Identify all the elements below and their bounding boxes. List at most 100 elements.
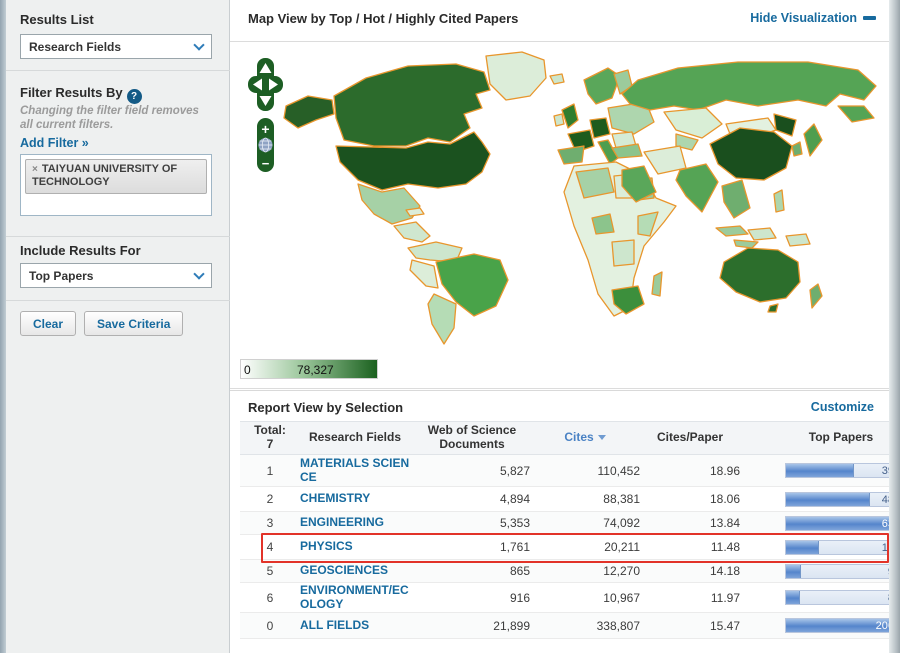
row-rank: 4: [266, 540, 274, 554]
sidebar-divider: [0, 236, 230, 237]
report-header: Report View by Selection Customize: [230, 390, 900, 421]
table-row[interactable]: 6 ENVIRONMENT/ECOLOGY 916 10,967 11.97 8: [240, 583, 900, 613]
map-region[interactable]: [553, 113, 565, 127]
col-top-papers: Top Papers: [808, 430, 874, 445]
zoom-out-button[interactable]: −: [262, 156, 270, 171]
col-wos-documents: Web of Science Documents: [427, 423, 517, 451]
docs-value: 916: [509, 590, 530, 605]
map-region[interactable]: [333, 63, 491, 147]
map-region[interactable]: [409, 259, 439, 289]
top-papers-bar: 63: [785, 515, 897, 531]
docs-value: 1,761: [499, 540, 530, 554]
table-row[interactable]: 1 MATERIALS SCIENCE 5,827 110,452 18.96 …: [240, 455, 900, 487]
cites-per-paper-value: 13.84: [709, 516, 740, 530]
sidebar-divider: [0, 300, 230, 301]
top-papers-bar: 19: [785, 539, 897, 555]
zoom-in-button[interactable]: +: [261, 121, 269, 137]
map-region[interactable]: [721, 179, 751, 219]
save-criteria-button[interactable]: Save Criteria: [84, 311, 184, 336]
map-region[interactable]: [283, 95, 335, 129]
top-papers-bar: 206: [785, 618, 897, 633]
map-region[interactable]: [485, 51, 547, 101]
include-results-dropdown[interactable]: Top Papers: [20, 263, 212, 288]
table-row-physics-highlighted[interactable]: 4 PHYSICS 1,761 20,211 11.48 19: [240, 535, 900, 560]
legend-max: 78,327: [297, 363, 334, 377]
filter-box: × TAIYUAN UNIVERSITY OF TECHNOLOGY: [20, 154, 212, 216]
col-cites-per-paper: Cites/Paper: [656, 430, 724, 445]
map-region[interactable]: [809, 283, 823, 309]
hide-visualization-link[interactable]: Hide Visualization: [750, 11, 876, 25]
map-region[interactable]: [643, 145, 687, 175]
map-region[interactable]: [549, 73, 565, 85]
map-region[interactable]: [785, 233, 811, 247]
table-row[interactable]: 2 CHEMISTRY 4,894 88,381 18.06 48: [240, 487, 900, 512]
scrollbar[interactable]: [889, 0, 900, 653]
map-region[interactable]: [773, 189, 785, 213]
remove-filter-icon[interactable]: ×: [32, 164, 38, 175]
cites-value: 20,211: [604, 540, 640, 554]
field-link[interactable]: PHYSICS: [300, 540, 414, 553]
field-link[interactable]: ENVIRONMENT/ECOLOGY: [300, 584, 414, 611]
chevron-down-icon: [193, 267, 205, 280]
row-rank: 5: [266, 564, 274, 578]
main-panel: Map View by Top / Hot / Highly Cited Pap…: [230, 0, 900, 653]
minus-icon: [863, 16, 876, 20]
map-region[interactable]: [427, 293, 457, 345]
table-row[interactable]: 3 ENGINEERING 5,353 74,092 13.84 63: [240, 512, 900, 535]
sidebar: Results List Research Fields Filter Resu…: [0, 0, 230, 653]
map-region[interactable]: [733, 239, 759, 249]
chevron-down-icon: [193, 38, 205, 51]
cites-value: 10,967: [603, 590, 640, 605]
filter-tag[interactable]: × TAIYUAN UNIVERSITY OF TECHNOLOGY: [25, 159, 207, 195]
sort-caret-icon: [597, 435, 606, 441]
add-filter-link[interactable]: Add Filter »: [20, 136, 89, 150]
field-link[interactable]: MATERIALS SCIENCE: [300, 457, 414, 484]
map-region[interactable]: [621, 61, 877, 111]
map-color-legend: 0 78,327: [240, 359, 378, 379]
map-region[interactable]: [393, 221, 431, 243]
help-icon[interactable]: ?: [126, 89, 142, 104]
table-body: 1 MATERIALS SCIENCE 5,827 110,452 18.96 …: [240, 455, 900, 639]
row-rank: 6: [266, 590, 274, 605]
field-link[interactable]: ENGINEERING: [300, 516, 414, 529]
map-region[interactable]: [405, 207, 425, 217]
results-list-dropdown[interactable]: Research Fields: [20, 34, 212, 59]
map-region[interactable]: [357, 183, 421, 225]
map-region[interactable]: [747, 227, 777, 241]
map-region[interactable]: [715, 225, 749, 237]
col-cites-sort[interactable]: Cites: [530, 430, 640, 445]
map-region[interactable]: [709, 127, 793, 181]
map-region[interactable]: [767, 303, 779, 313]
map-region[interactable]: [591, 213, 615, 235]
row-rank: 3: [266, 516, 274, 530]
cites-per-paper-value: 11.48: [710, 540, 740, 554]
customize-link[interactable]: Customize: [811, 400, 874, 414]
map-region[interactable]: [791, 141, 803, 157]
section-divider: [230, 388, 900, 389]
field-link[interactable]: ALL FIELDS: [300, 618, 414, 632]
choropleth-world-map[interactable]: [278, 50, 892, 350]
zoom-control[interactable]: + −: [257, 118, 274, 172]
map-region[interactable]: [651, 271, 663, 297]
clear-button[interactable]: Clear: [20, 311, 77, 336]
map-region[interactable]: [557, 145, 585, 165]
map-region[interactable]: [773, 113, 797, 137]
field-link[interactable]: GEOSCIENCES: [300, 564, 414, 577]
cites-value: 110,452: [597, 463, 641, 478]
map-region[interactable]: [611, 239, 635, 267]
map-region[interactable]: [837, 105, 875, 123]
field-link[interactable]: CHEMISTRY: [300, 492, 414, 505]
table-row[interactable]: 0 ALL FIELDS 21,899 338,807 15.47 206: [240, 613, 900, 639]
cites-value: 338,807: [596, 618, 640, 633]
map-region[interactable]: [663, 107, 723, 139]
cites-per-paper-value: 14.18: [709, 564, 740, 578]
map-region[interactable]: [589, 117, 611, 139]
docs-value: 4,894: [499, 492, 530, 506]
table-row[interactable]: 5 GEOSCIENCES 865 12,270 14.18 9: [240, 560, 900, 583]
cites-per-paper-value: 11.97: [710, 590, 740, 605]
map-region[interactable]: [719, 247, 801, 303]
map-region[interactable]: [803, 123, 823, 157]
results-list-selected: Research Fields: [29, 39, 122, 54]
map-region[interactable]: [675, 163, 719, 213]
row-rank: 1: [266, 463, 274, 478]
